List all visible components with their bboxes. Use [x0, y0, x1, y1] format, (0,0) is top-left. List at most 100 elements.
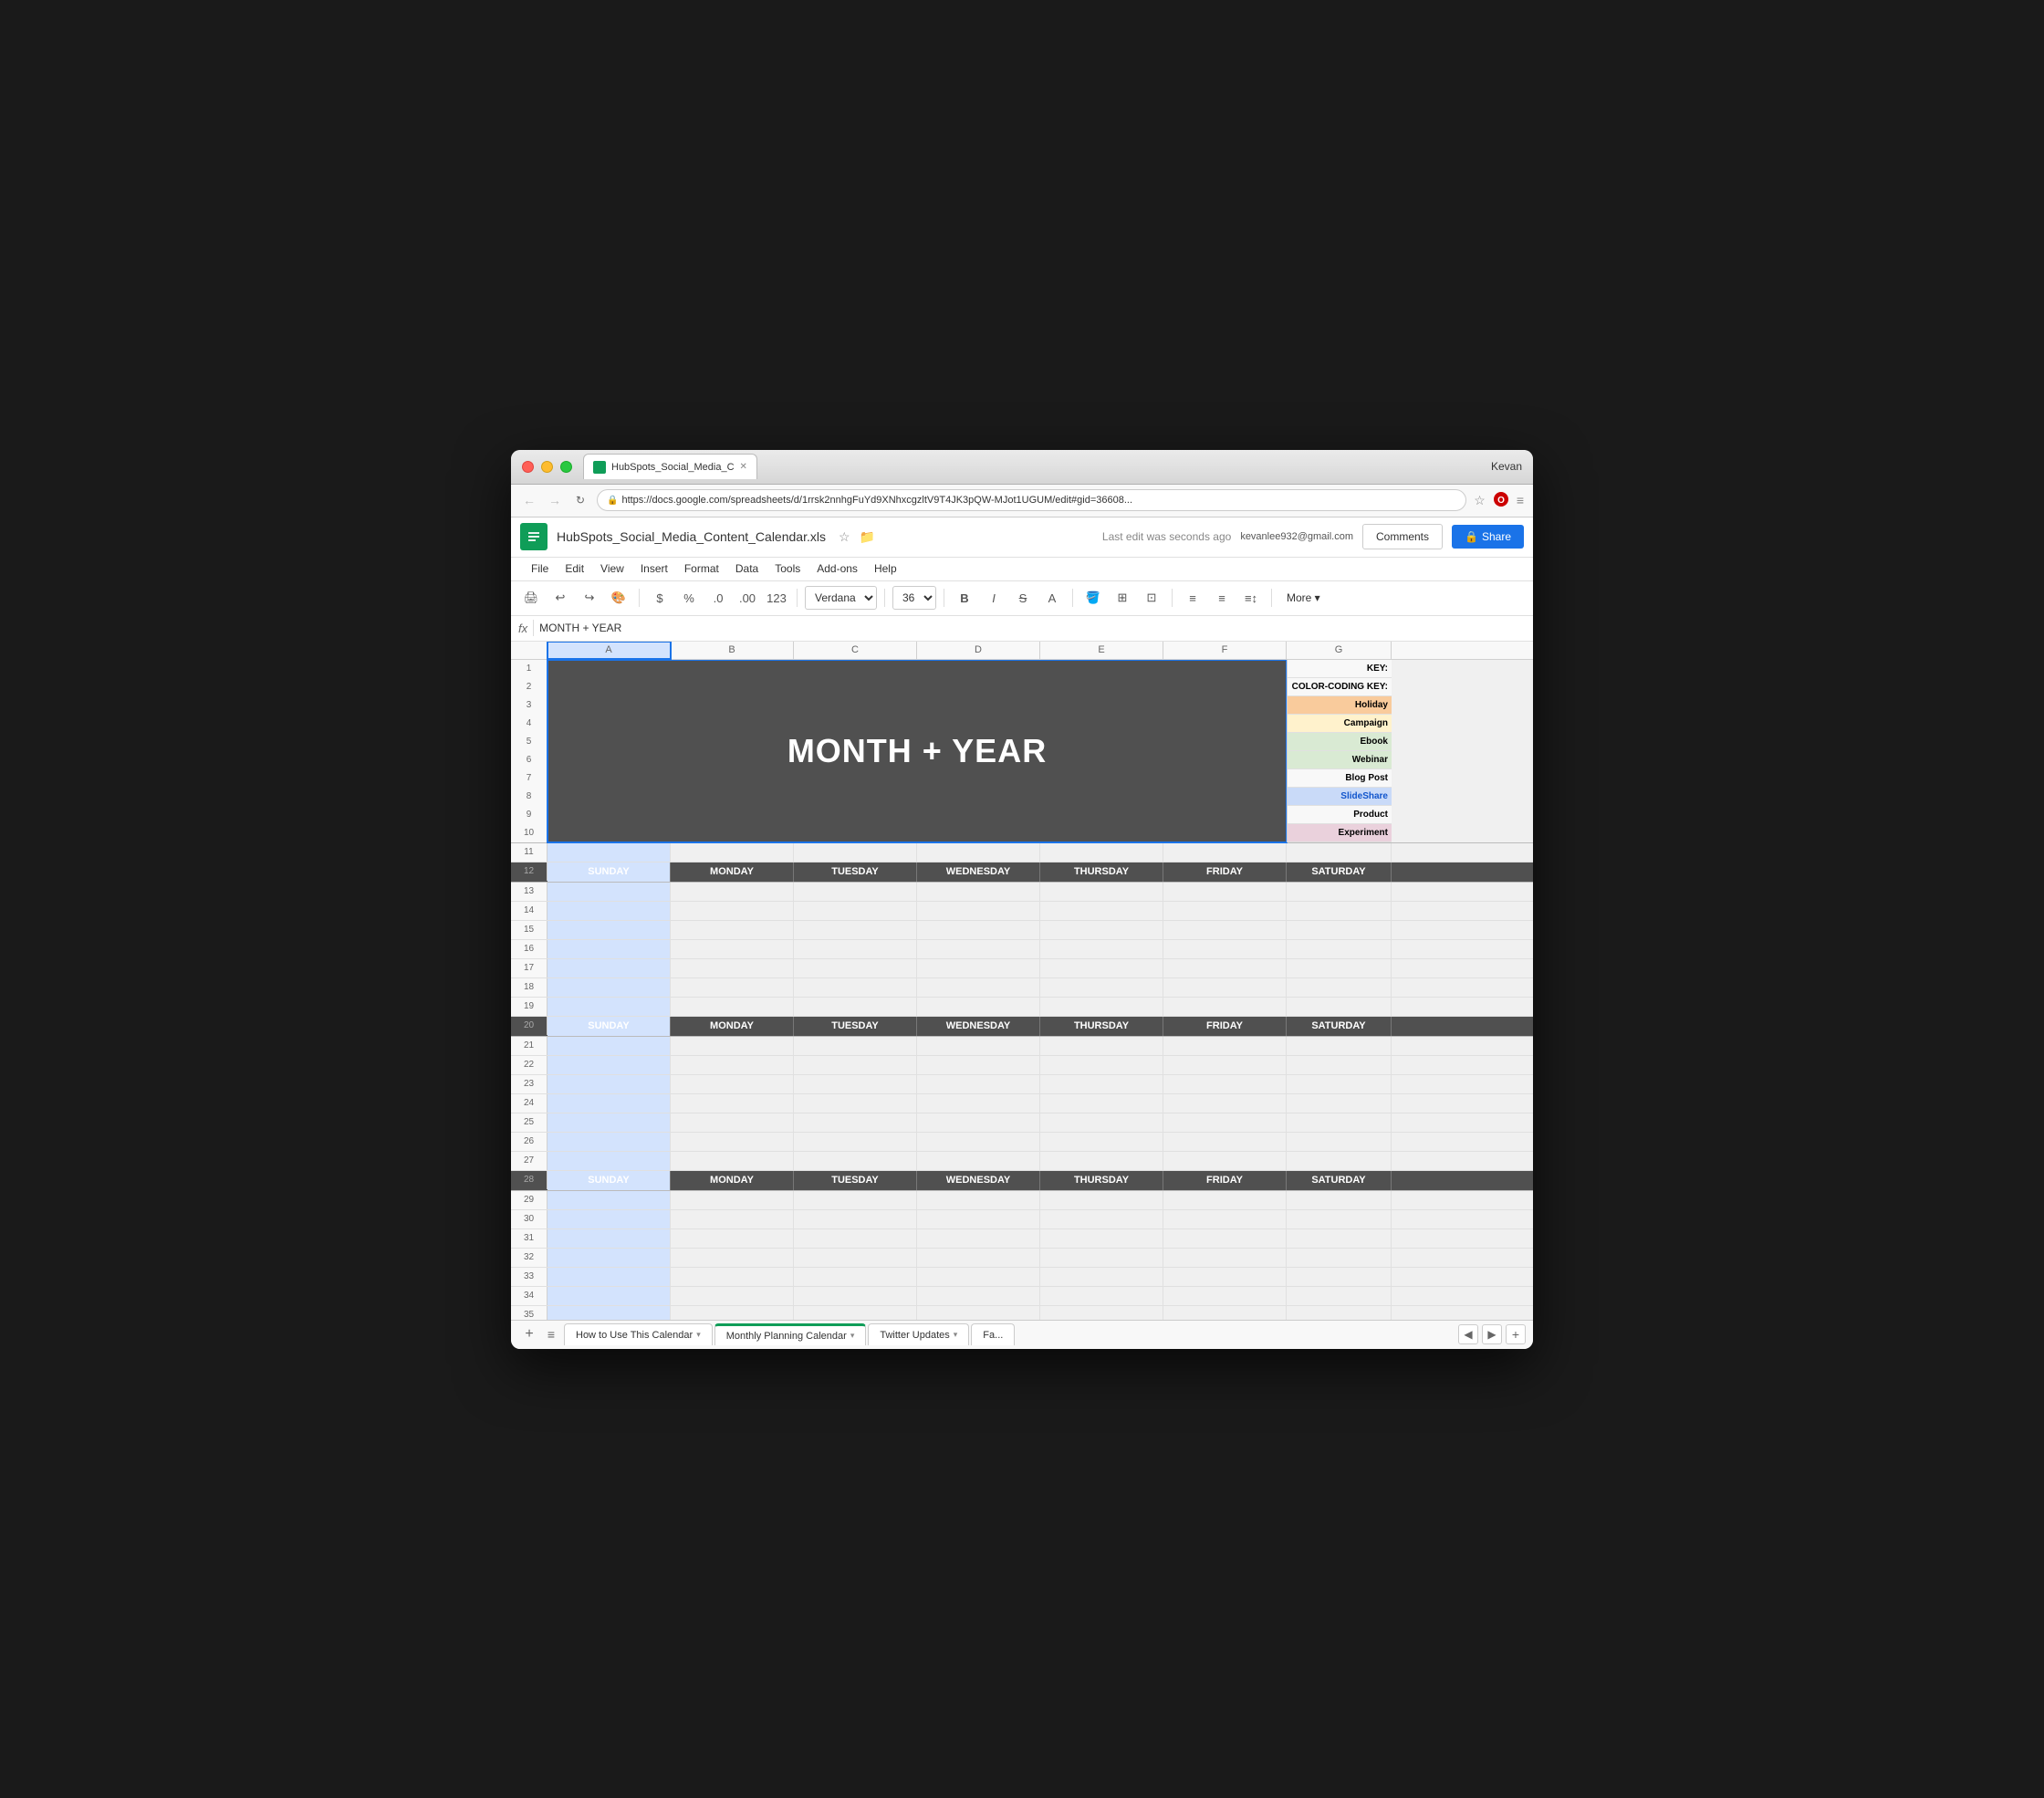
cell-35-g[interactable]	[1287, 1306, 1392, 1320]
cell-22-g[interactable]	[1287, 1056, 1392, 1074]
sheet-tab-how-to[interactable]: How to Use This Calendar ▾	[564, 1323, 713, 1345]
cell-35-d[interactable]	[917, 1306, 1040, 1320]
cell-17-a[interactable]	[548, 959, 671, 977]
cell-30-e[interactable]	[1040, 1210, 1163, 1228]
cell-18-f[interactable]	[1163, 978, 1287, 997]
redo-button[interactable]: ↪	[577, 585, 602, 611]
fill-color-button[interactable]: 🪣	[1080, 585, 1106, 611]
cell-18-c[interactable]	[794, 978, 917, 997]
cell-17-e[interactable]	[1040, 959, 1163, 977]
cell-29-g[interactable]	[1287, 1191, 1392, 1209]
cell-13-e[interactable]	[1040, 883, 1163, 901]
cell-29-f[interactable]	[1163, 1191, 1287, 1209]
url-bar[interactable]: 🔒 https://docs.google.com/spreadsheets/d…	[597, 489, 1466, 511]
col-header-b[interactable]: B	[671, 642, 794, 659]
cell-33-g[interactable]	[1287, 1268, 1392, 1286]
cell-16-f[interactable]	[1163, 940, 1287, 958]
col-header-d[interactable]: D	[917, 642, 1040, 659]
browser-menu-icon[interactable]: O	[1493, 491, 1509, 510]
cell-19-b[interactable]	[671, 998, 794, 1016]
menu-addons[interactable]: Add-ons	[809, 560, 865, 577]
cell-19-a[interactable]	[548, 998, 671, 1016]
cell-26-c[interactable]	[794, 1133, 917, 1151]
col-header-g[interactable]: G	[1287, 642, 1392, 659]
cell-11-f[interactable]	[1163, 843, 1287, 862]
cell-26-e[interactable]	[1040, 1133, 1163, 1151]
cell-23-d[interactable]	[917, 1075, 1040, 1093]
cell-35-b[interactable]	[671, 1306, 794, 1320]
cell-29-a[interactable]	[548, 1191, 671, 1209]
cell-17-f[interactable]	[1163, 959, 1287, 977]
cell-17-c[interactable]	[794, 959, 917, 977]
cell-31-f[interactable]	[1163, 1229, 1287, 1248]
tab-close-icon[interactable]: ✕	[740, 462, 747, 472]
cell-19-g[interactable]	[1287, 998, 1392, 1016]
cell-34-f[interactable]	[1163, 1287, 1287, 1305]
cell-23-e[interactable]	[1040, 1075, 1163, 1093]
cell-32-d[interactable]	[917, 1249, 1040, 1267]
cell-26-f[interactable]	[1163, 1133, 1287, 1151]
percent-button[interactable]: %	[676, 585, 702, 611]
cell-21-g[interactable]	[1287, 1037, 1392, 1055]
cell-32-a[interactable]	[548, 1249, 671, 1267]
comments-button[interactable]: Comments	[1362, 524, 1443, 549]
cell-18-b[interactable]	[671, 978, 794, 997]
sheet-tab-monthly[interactable]: Monthly Planning Calendar ▾	[714, 1323, 867, 1345]
cell-14-c[interactable]	[794, 902, 917, 920]
sheet-prev-button[interactable]: ◀	[1458, 1324, 1478, 1344]
cell-14-d[interactable]	[917, 902, 1040, 920]
cell-24-g[interactable]	[1287, 1094, 1392, 1113]
add-sheet-button[interactable]: +	[518, 1323, 540, 1345]
cell-15-a[interactable]	[548, 921, 671, 939]
cell-18-g[interactable]	[1287, 978, 1392, 997]
number-format-button[interactable]: 123	[764, 585, 789, 611]
paint-format-button[interactable]: 🎨	[606, 585, 631, 611]
bold-button[interactable]: B	[952, 585, 977, 611]
cell-16-e[interactable]	[1040, 940, 1163, 958]
cell-25-f[interactable]	[1163, 1113, 1287, 1132]
close-button[interactable]	[522, 461, 534, 473]
cell-13-c[interactable]	[794, 883, 917, 901]
cell-26-g[interactable]	[1287, 1133, 1392, 1151]
cell-31-g[interactable]	[1287, 1229, 1392, 1248]
align-center-button[interactable]: ≡	[1209, 585, 1235, 611]
maximize-button[interactable]	[560, 461, 572, 473]
cell-15-c[interactable]	[794, 921, 917, 939]
cell-19-c[interactable]	[794, 998, 917, 1016]
cell-11-g[interactable]	[1287, 843, 1392, 862]
undo-button[interactable]: ↩	[548, 585, 573, 611]
menu-tools[interactable]: Tools	[767, 560, 808, 577]
browser-more-icon[interactable]: ≡	[1517, 493, 1524, 507]
cell-34-d[interactable]	[917, 1287, 1040, 1305]
folder-icon[interactable]: 📁	[860, 529, 875, 545]
cell-14-b[interactable]	[671, 902, 794, 920]
cell-23-f[interactable]	[1163, 1075, 1287, 1093]
sheet-add-end-button[interactable]: +	[1506, 1324, 1526, 1344]
cell-19-f[interactable]	[1163, 998, 1287, 1016]
share-button[interactable]: 🔒 Share	[1452, 525, 1524, 549]
cell-16-g[interactable]	[1287, 940, 1392, 958]
cell-16-c[interactable]	[794, 940, 917, 958]
font-size-select[interactable]: 36	[892, 586, 936, 610]
cell-33-d[interactable]	[917, 1268, 1040, 1286]
cell-26-a[interactable]	[548, 1133, 671, 1151]
cell-34-c[interactable]	[794, 1287, 917, 1305]
cell-34-b[interactable]	[671, 1287, 794, 1305]
cell-30-d[interactable]	[917, 1210, 1040, 1228]
cell-16-a[interactable]	[548, 940, 671, 958]
title-merged-cell[interactable]: MONTH + YEAR	[548, 660, 1287, 842]
cell-13-d[interactable]	[917, 883, 1040, 901]
cell-17-d[interactable]	[917, 959, 1040, 977]
cell-25-g[interactable]	[1287, 1113, 1392, 1132]
cell-15-b[interactable]	[671, 921, 794, 939]
cell-32-f[interactable]	[1163, 1249, 1287, 1267]
cell-30-f[interactable]	[1163, 1210, 1287, 1228]
forward-button[interactable]: →	[546, 491, 564, 509]
cell-21-f[interactable]	[1163, 1037, 1287, 1055]
cell-23-a[interactable]	[548, 1075, 671, 1093]
cell-24-f[interactable]	[1163, 1094, 1287, 1113]
cell-22-d[interactable]	[917, 1056, 1040, 1074]
cell-22-e[interactable]	[1040, 1056, 1163, 1074]
menu-edit[interactable]: Edit	[558, 560, 591, 577]
cell-27-e[interactable]	[1040, 1152, 1163, 1170]
